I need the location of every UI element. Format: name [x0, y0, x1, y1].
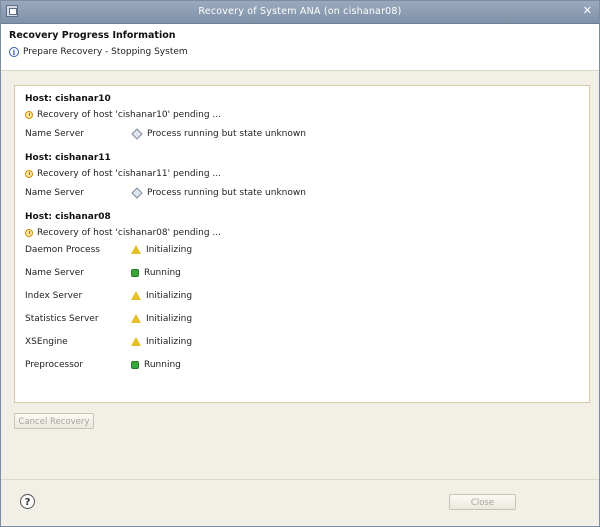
- warning-icon: [131, 245, 141, 254]
- component-status: Process running but state unknown: [131, 127, 306, 140]
- component-name: XSEngine: [25, 336, 68, 347]
- status-label: Process running but state unknown: [147, 128, 306, 139]
- recovery-dialog: Recovery of System ANA (on cishanar08) ✕…: [0, 0, 600, 527]
- pending-row: Recovery of host 'cishanar08' pending ..…: [25, 228, 221, 238]
- host-title: Host: cishanar11: [25, 153, 111, 163]
- component-row: Daemon Process Initializing: [25, 238, 221, 261]
- pending-text: Recovery of host 'cishanar08' pending ..…: [37, 228, 221, 238]
- status-label: Initializing: [146, 290, 193, 301]
- component-status: Process running but state unknown: [131, 186, 306, 199]
- host-block: Host: cishanar10 Recovery of host 'cisha…: [25, 94, 306, 141]
- status-label: Initializing: [146, 313, 193, 324]
- window-title: Recovery of System ANA (on cishanar08): [198, 6, 402, 17]
- status-text: Prepare Recovery - Stopping System: [23, 47, 188, 57]
- component-name: Name Server: [25, 128, 84, 139]
- component-row: Preprocessor Running: [25, 353, 221, 376]
- component-row: XSEngine Initializing: [25, 330, 221, 353]
- running-icon: [131, 360, 139, 369]
- status-label: Running: [144, 267, 181, 278]
- component-name: Preprocessor: [25, 359, 84, 370]
- clock-icon: [25, 229, 33, 237]
- component-name: Name Server: [25, 267, 84, 278]
- status-label: Initializing: [146, 244, 193, 255]
- component-row: Name Server Process running but state un…: [25, 126, 306, 141]
- diamond-icon: [131, 186, 143, 199]
- status-row: i Prepare Recovery - Stopping System: [9, 47, 188, 57]
- progress-panel: Host: cishanar10 Recovery of host 'cisha…: [14, 85, 590, 403]
- title-bar[interactable]: Recovery of System ANA (on cishanar08) ✕: [1, 1, 599, 24]
- component-status: Initializing: [131, 291, 192, 301]
- component-status: Initializing: [131, 245, 192, 255]
- status-label: Process running but state unknown: [147, 187, 306, 198]
- component-status: Initializing: [131, 337, 192, 347]
- dialog-header: Recovery Progress Information i Prepare …: [1, 24, 599, 71]
- pending-text: Recovery of host 'cishanar11' pending ..…: [37, 169, 221, 179]
- component-name: Index Server: [25, 290, 83, 301]
- component-status: Running: [131, 268, 181, 278]
- clock-icon: [25, 111, 33, 119]
- component-status: Initializing: [131, 314, 192, 324]
- host-title: Host: cishanar08: [25, 212, 111, 222]
- diamond-icon: [131, 127, 143, 140]
- close-window-icon[interactable]: ✕: [583, 4, 592, 18]
- component-name: Daemon Process: [25, 244, 100, 255]
- component-row: Statistics Server Initializing: [25, 307, 221, 330]
- pending-row: Recovery of host 'cishanar10' pending ..…: [25, 110, 306, 120]
- help-icon[interactable]: ?: [20, 494, 35, 509]
- pending-row: Recovery of host 'cishanar11' pending ..…: [25, 169, 306, 179]
- close-button[interactable]: Close: [449, 494, 516, 510]
- component-name: Statistics Server: [25, 313, 99, 324]
- component-status: Running: [131, 360, 181, 370]
- info-icon: i: [9, 47, 19, 57]
- pending-text: Recovery of host 'cishanar10' pending ..…: [37, 110, 221, 120]
- host-block: Host: cishanar11 Recovery of host 'cisha…: [25, 153, 306, 200]
- host-block: Host: cishanar08 Recovery of host 'cisha…: [25, 212, 221, 376]
- running-icon: [131, 268, 139, 277]
- footer-divider: [1, 479, 599, 480]
- status-label: Running: [144, 359, 181, 370]
- clock-icon: [25, 170, 33, 178]
- warning-icon: [131, 291, 141, 300]
- warning-icon: [131, 314, 141, 323]
- component-row: Name Server Process running but state un…: [25, 185, 306, 200]
- host-title: Host: cishanar10: [25, 94, 111, 104]
- status-label: Initializing: [146, 336, 193, 347]
- component-row: Name Server Running: [25, 261, 221, 284]
- cancel-recovery-button[interactable]: Cancel Recovery: [14, 413, 94, 429]
- header-title: Recovery Progress Information: [9, 30, 176, 41]
- component-name: Name Server: [25, 187, 84, 198]
- component-row: Index Server Initializing: [25, 284, 221, 307]
- warning-icon: [131, 337, 141, 346]
